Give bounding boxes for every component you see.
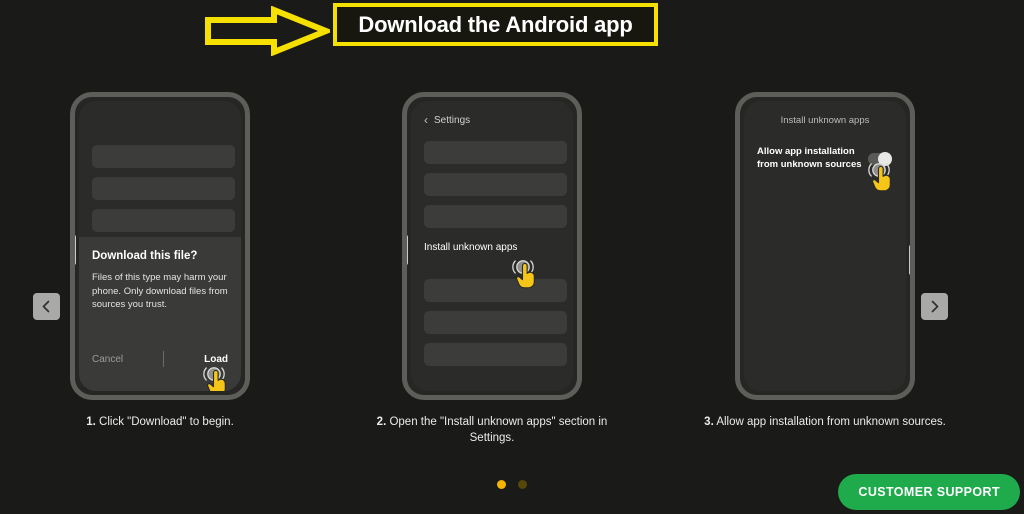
page-title: Download the Android app: [358, 11, 633, 37]
caption-number: 3.: [704, 416, 714, 428]
placeholder-bar: [92, 209, 235, 232]
carousel-dot-2[interactable]: [518, 480, 527, 489]
install-unknown-apps-row[interactable]: Install unknown apps: [424, 242, 517, 253]
page-title-box: Download the Android app: [333, 3, 658, 46]
phone-mockup-1: Download this file? Files of this type m…: [70, 92, 250, 400]
phone-screen-3: Install unknown apps Allow app installat…: [744, 101, 906, 391]
phone-screen-2: ‹ Settings Install unknown apps: [411, 101, 573, 391]
placeholder-bar: [424, 173, 567, 196]
phone-side-button: [407, 235, 408, 265]
carousel-slide-3: Install unknown apps Allow app installat…: [685, 62, 965, 462]
dialog-title: Download this file?: [92, 250, 198, 262]
placeholder-bar: [424, 141, 567, 164]
phone-mockup-2: ‹ Settings Install unknown apps: [402, 92, 582, 400]
dialog-body: Files of this type may harm your phone. …: [92, 272, 228, 310]
customer-support-label: CUSTOMER SUPPORT: [858, 485, 1000, 499]
tap-cursor-icon: [512, 258, 542, 290]
carousel-slide-1: Download this file? Files of this type m…: [20, 62, 300, 462]
caption-text: Click "Download" to begin.: [99, 416, 234, 428]
settings-title: Settings: [434, 114, 471, 126]
carousel-slide-2: ‹ Settings Install unknown apps 2. Open …: [352, 62, 632, 462]
slide-caption-3: 3. Allow app installation from unknown s…: [685, 414, 965, 430]
placeholder-bar: [424, 205, 567, 228]
tap-cursor-icon: [868, 161, 898, 193]
caption-text: Allow app installation from unknown sour…: [716, 416, 946, 428]
carousel-dot-1[interactable]: [497, 480, 506, 489]
phone-screen-1: Download this file? Files of this type m…: [79, 101, 241, 391]
load-button[interactable]: Load: [204, 354, 228, 365]
placeholder-bar: [424, 311, 567, 334]
arrow-right-outline-icon: [204, 5, 335, 57]
action-divider: [163, 351, 165, 367]
placeholder-bar: [424, 343, 567, 366]
allow-install-label: Allow app installation from unknown sour…: [757, 146, 862, 170]
phone-side-button: [909, 245, 910, 275]
install-unknown-apps-title: Install unknown apps: [780, 115, 870, 126]
cancel-button[interactable]: Cancel: [92, 354, 123, 365]
tap-cursor-icon: [203, 365, 233, 391]
customer-support-button[interactable]: CUSTOMER SUPPORT: [838, 474, 1020, 510]
caption-number: 2.: [376, 416, 387, 428]
placeholder-bar: [424, 279, 567, 302]
caption-number: 1.: [86, 416, 96, 428]
chevron-left-icon[interactable]: ‹: [424, 114, 428, 126]
placeholder-bar: [92, 177, 235, 200]
placeholder-bar: [92, 145, 235, 168]
slide-caption-1: 1. Click "Download" to begin.: [20, 414, 300, 430]
settings-header: ‹ Settings: [424, 114, 470, 126]
slide-caption-2: 2. Open the "Install unknown apps" secti…: [352, 414, 632, 446]
page-header: Download the Android app: [0, 0, 1024, 62]
caption-text: Open the "Install unknown apps" section …: [389, 416, 608, 444]
phone-side-button: [75, 235, 76, 265]
instructions-carousel: Download this file? Files of this type m…: [0, 62, 1024, 462]
phone-mockup-3: Install unknown apps Allow app installat…: [735, 92, 915, 400]
carousel-slides: Download this file? Files of this type m…: [0, 62, 1024, 462]
